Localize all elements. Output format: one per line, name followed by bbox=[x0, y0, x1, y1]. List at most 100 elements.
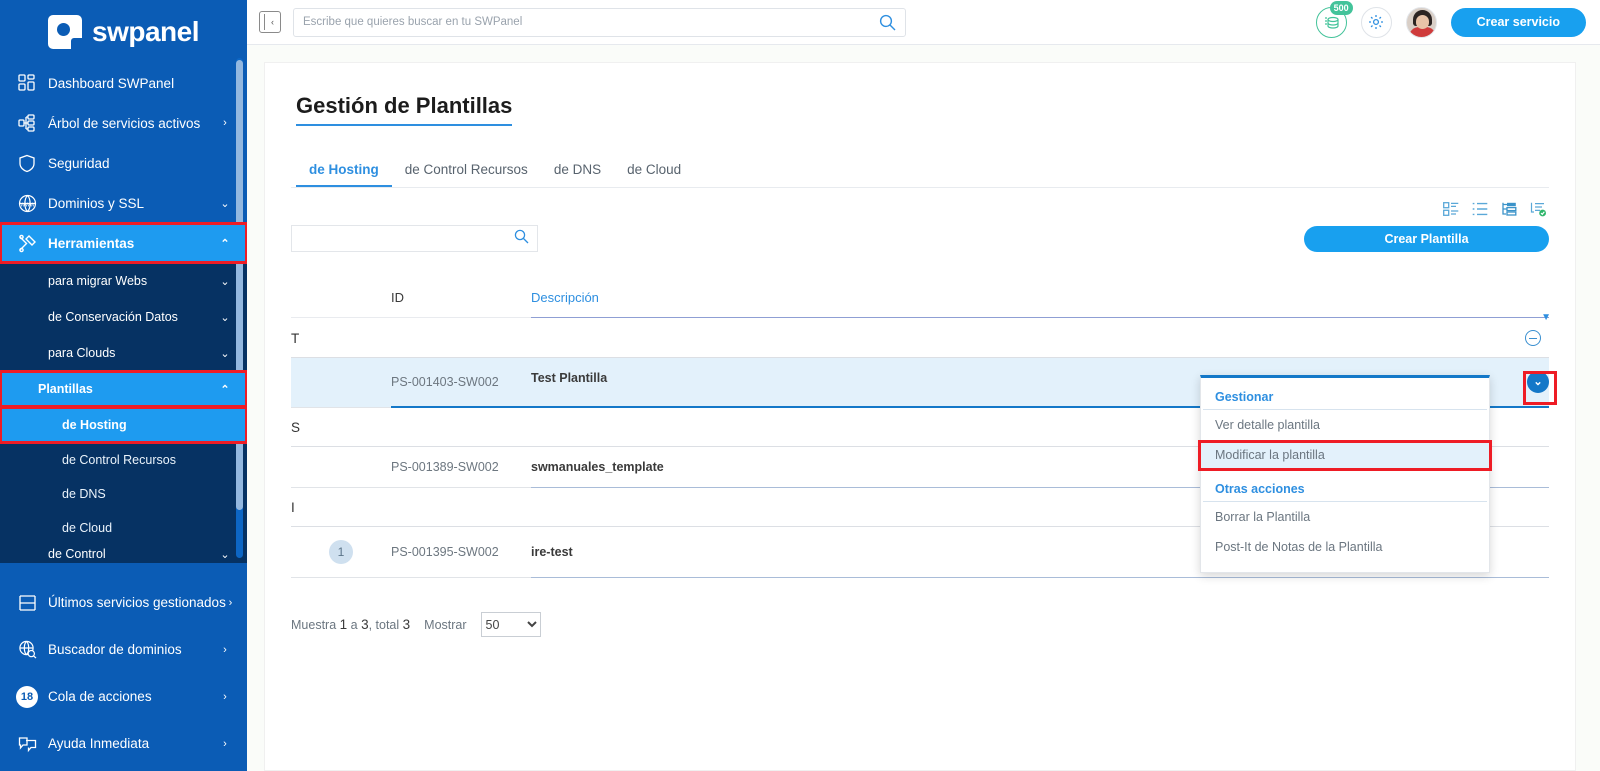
table-search[interactable] bbox=[291, 225, 538, 252]
sidebar-subitem-label: para migrar Webs bbox=[48, 274, 148, 288]
grid-list-view-icon[interactable] bbox=[1443, 202, 1459, 217]
topbar-actions: 500 Crear servicio bbox=[1315, 0, 1586, 38]
sidebar-subitem-label: de DNS bbox=[62, 487, 106, 501]
nav-divider bbox=[0, 563, 247, 579]
page-size-select[interactable]: 50 bbox=[480, 612, 541, 638]
row-number bbox=[291, 357, 391, 408]
sidebar-item-ultimos-servicios[interactable]: Últimos servicios gestionados › bbox=[0, 579, 247, 626]
search-icon[interactable] bbox=[514, 229, 529, 249]
sidebar-subitem-migrar-webs[interactable]: para migrar Webs ⌄ bbox=[0, 263, 247, 299]
create-service-button[interactable]: Crear servicio bbox=[1450, 7, 1586, 37]
sidebar-subitem-plantillas-de-hosting[interactable]: de Hosting bbox=[0, 406, 247, 444]
sidebar-subitem-plantillas[interactable]: Plantillas ⌃ bbox=[0, 370, 247, 408]
dropdown-item-postit-notas-plantilla[interactable]: Post-It de Notas de la Plantilla bbox=[1201, 532, 1489, 562]
sidebar-submenu-herramientas: para migrar Webs ⌄ de Conservación Datos… bbox=[0, 263, 247, 563]
sidebar-subitem-label: de Cloud bbox=[62, 521, 113, 535]
dropdown-section-otras-acciones-title: Otras acciones bbox=[1203, 470, 1487, 502]
sidebar-subitem-de-control[interactable]: de Control ⌄ bbox=[0, 545, 247, 563]
sidebar-subitem-plantillas-de-control-recursos[interactable]: de Control Recursos bbox=[0, 443, 247, 477]
svg-text:WWW: WWW bbox=[20, 202, 34, 208]
showing-total: 3 bbox=[402, 617, 411, 633]
create-template-button[interactable]: Crear Plantilla bbox=[1304, 225, 1549, 252]
sidebar-item-ayuda-inmediata[interactable]: Ayuda Inmediata › bbox=[0, 720, 247, 767]
shield-icon bbox=[14, 153, 40, 173]
sidebar-subitem-label: de Hosting bbox=[62, 418, 127, 432]
chevron-right-icon: › bbox=[223, 690, 227, 703]
main-area: ‹ 500 bbox=[247, 0, 1600, 771]
sidebar-nav: Dashboard SWPanel Árbol de servicios act… bbox=[0, 63, 247, 771]
tab-de-dns[interactable]: de DNS bbox=[541, 156, 614, 187]
tools-icon bbox=[14, 233, 40, 253]
sidebar-item-label: Últimos servicios gestionados bbox=[48, 595, 226, 610]
search-input[interactable] bbox=[303, 16, 879, 28]
tab-de-hosting[interactable]: de Hosting bbox=[296, 156, 392, 187]
sidebar-subitem-conservacion-datos[interactable]: de Conservación Datos ⌄ bbox=[0, 299, 247, 335]
table-toolbar: Crear Plantilla bbox=[291, 225, 1549, 252]
tab-de-control-recursos[interactable]: de Control Recursos bbox=[392, 156, 541, 187]
sidebar-item-label: Buscador de dominios bbox=[48, 642, 182, 657]
table-head: ID Descripción ▼ bbox=[291, 290, 1551, 323]
circle-minus-icon[interactable] bbox=[1525, 330, 1541, 347]
tree-view-icon[interactable] bbox=[1501, 202, 1517, 217]
group-collapse-cell[interactable] bbox=[531, 317, 1549, 359]
sidebar-item-herramientas[interactable]: Herramientas ⌃ bbox=[0, 222, 247, 264]
tree-check-view-icon[interactable] bbox=[1530, 202, 1547, 217]
gear-icon[interactable] bbox=[1360, 6, 1392, 38]
sidebar-item-seguridad[interactable]: Seguridad bbox=[0, 143, 247, 183]
row-count-badge: 1 bbox=[329, 540, 353, 565]
queue-count-badge: 18 bbox=[16, 685, 38, 708]
topbar: ‹ 500 bbox=[247, 0, 1600, 45]
sidebar-subitem-plantillas-de-dns[interactable]: de DNS bbox=[0, 477, 247, 511]
sidebar-item-label: Dominios y SSL bbox=[48, 195, 145, 211]
sort-descending-icon[interactable]: ▼ bbox=[1541, 312, 1551, 323]
sidebar-item-label: Dashboard SWPanel bbox=[48, 75, 175, 91]
column-header-id[interactable]: ID bbox=[391, 290, 531, 318]
dropdown-item-modificar-la-plantilla[interactable]: Modificar la plantilla bbox=[1201, 440, 1489, 470]
sidebar-item-arbol-servicios[interactable]: Árbol de servicios activos › bbox=[0, 103, 247, 143]
tab-de-cloud[interactable]: de Cloud bbox=[614, 156, 694, 187]
chevron-up-icon: ⌃ bbox=[220, 383, 230, 396]
dropdown-item-borrar-la-plantilla[interactable]: Borrar la Plantilla bbox=[1201, 502, 1489, 532]
sidebar-subitem-label: de Control Recursos bbox=[62, 453, 176, 467]
chevron-right-icon: › bbox=[228, 596, 233, 609]
chevron-right-icon: › bbox=[223, 737, 227, 750]
sidebar-subitem-label: de Conservación Datos bbox=[48, 310, 178, 324]
brand-name: swpanel bbox=[92, 15, 199, 47]
table-group-row[interactable]: T bbox=[291, 317, 1549, 359]
list-view-icon[interactable] bbox=[1472, 202, 1488, 217]
sidebar: swpanel Dashboard SWPanel Árbol de servi… bbox=[0, 0, 247, 771]
database-icon[interactable]: 500 bbox=[1315, 0, 1353, 38]
chevron-down-icon: ⌄ bbox=[220, 275, 230, 288]
avatar[interactable] bbox=[1405, 6, 1437, 38]
tree-icon bbox=[14, 113, 40, 133]
chevron-down-icon: ⌄ bbox=[220, 347, 230, 360]
database-count-badge: 500 bbox=[1329, 0, 1353, 15]
search-icon[interactable] bbox=[879, 14, 896, 31]
sidebar-item-cola-acciones[interactable]: 18 Cola de acciones › bbox=[0, 673, 247, 720]
page-size-label: Mostrar bbox=[424, 617, 467, 632]
showing-prefix: Muestra bbox=[291, 618, 337, 633]
group-letter: T bbox=[291, 317, 531, 359]
table-search-input[interactable] bbox=[300, 231, 514, 246]
chat-help-icon bbox=[14, 734, 40, 754]
sidebar-subitem-plantillas-de-cloud[interactable]: de Cloud bbox=[0, 511, 247, 545]
swpanel-logo-icon bbox=[48, 14, 82, 49]
collapse-sidebar-icon[interactable]: ‹ bbox=[259, 11, 281, 33]
chevron-down-icon: ⌄ bbox=[220, 197, 230, 210]
column-header-description[interactable]: Descripción ▼ bbox=[531, 290, 1551, 323]
brand-logo[interactable]: swpanel bbox=[0, 0, 247, 63]
global-search[interactable] bbox=[293, 7, 906, 37]
dashboard-icon bbox=[14, 73, 40, 93]
dropdown-item-ver-detalle-plantilla[interactable]: Ver detalle plantilla bbox=[1201, 410, 1489, 440]
row-actions-chevron[interactable]: ⌄ bbox=[1527, 371, 1549, 394]
page-title: Gestión de Plantillas bbox=[296, 93, 513, 126]
row-number bbox=[291, 446, 391, 489]
row-id: PS-001395-SW002 bbox=[391, 526, 531, 579]
sidebar-subitem-para-clouds[interactable]: para Clouds ⌄ bbox=[0, 335, 247, 371]
showing-total-label: , total bbox=[368, 618, 400, 633]
sidebar-item-buscador-dominios[interactable]: Buscador de dominios › bbox=[0, 626, 247, 673]
sidebar-subitem-label: para Clouds bbox=[48, 346, 116, 360]
sidebar-item-dashboard[interactable]: Dashboard SWPanel bbox=[0, 63, 247, 103]
table-footer: Muestra 1 a 3, total 3 Mostrar 50 bbox=[291, 612, 1549, 638]
sidebar-item-dominios-ssl[interactable]: WWW Dominios y SSL ⌄ bbox=[0, 183, 247, 223]
